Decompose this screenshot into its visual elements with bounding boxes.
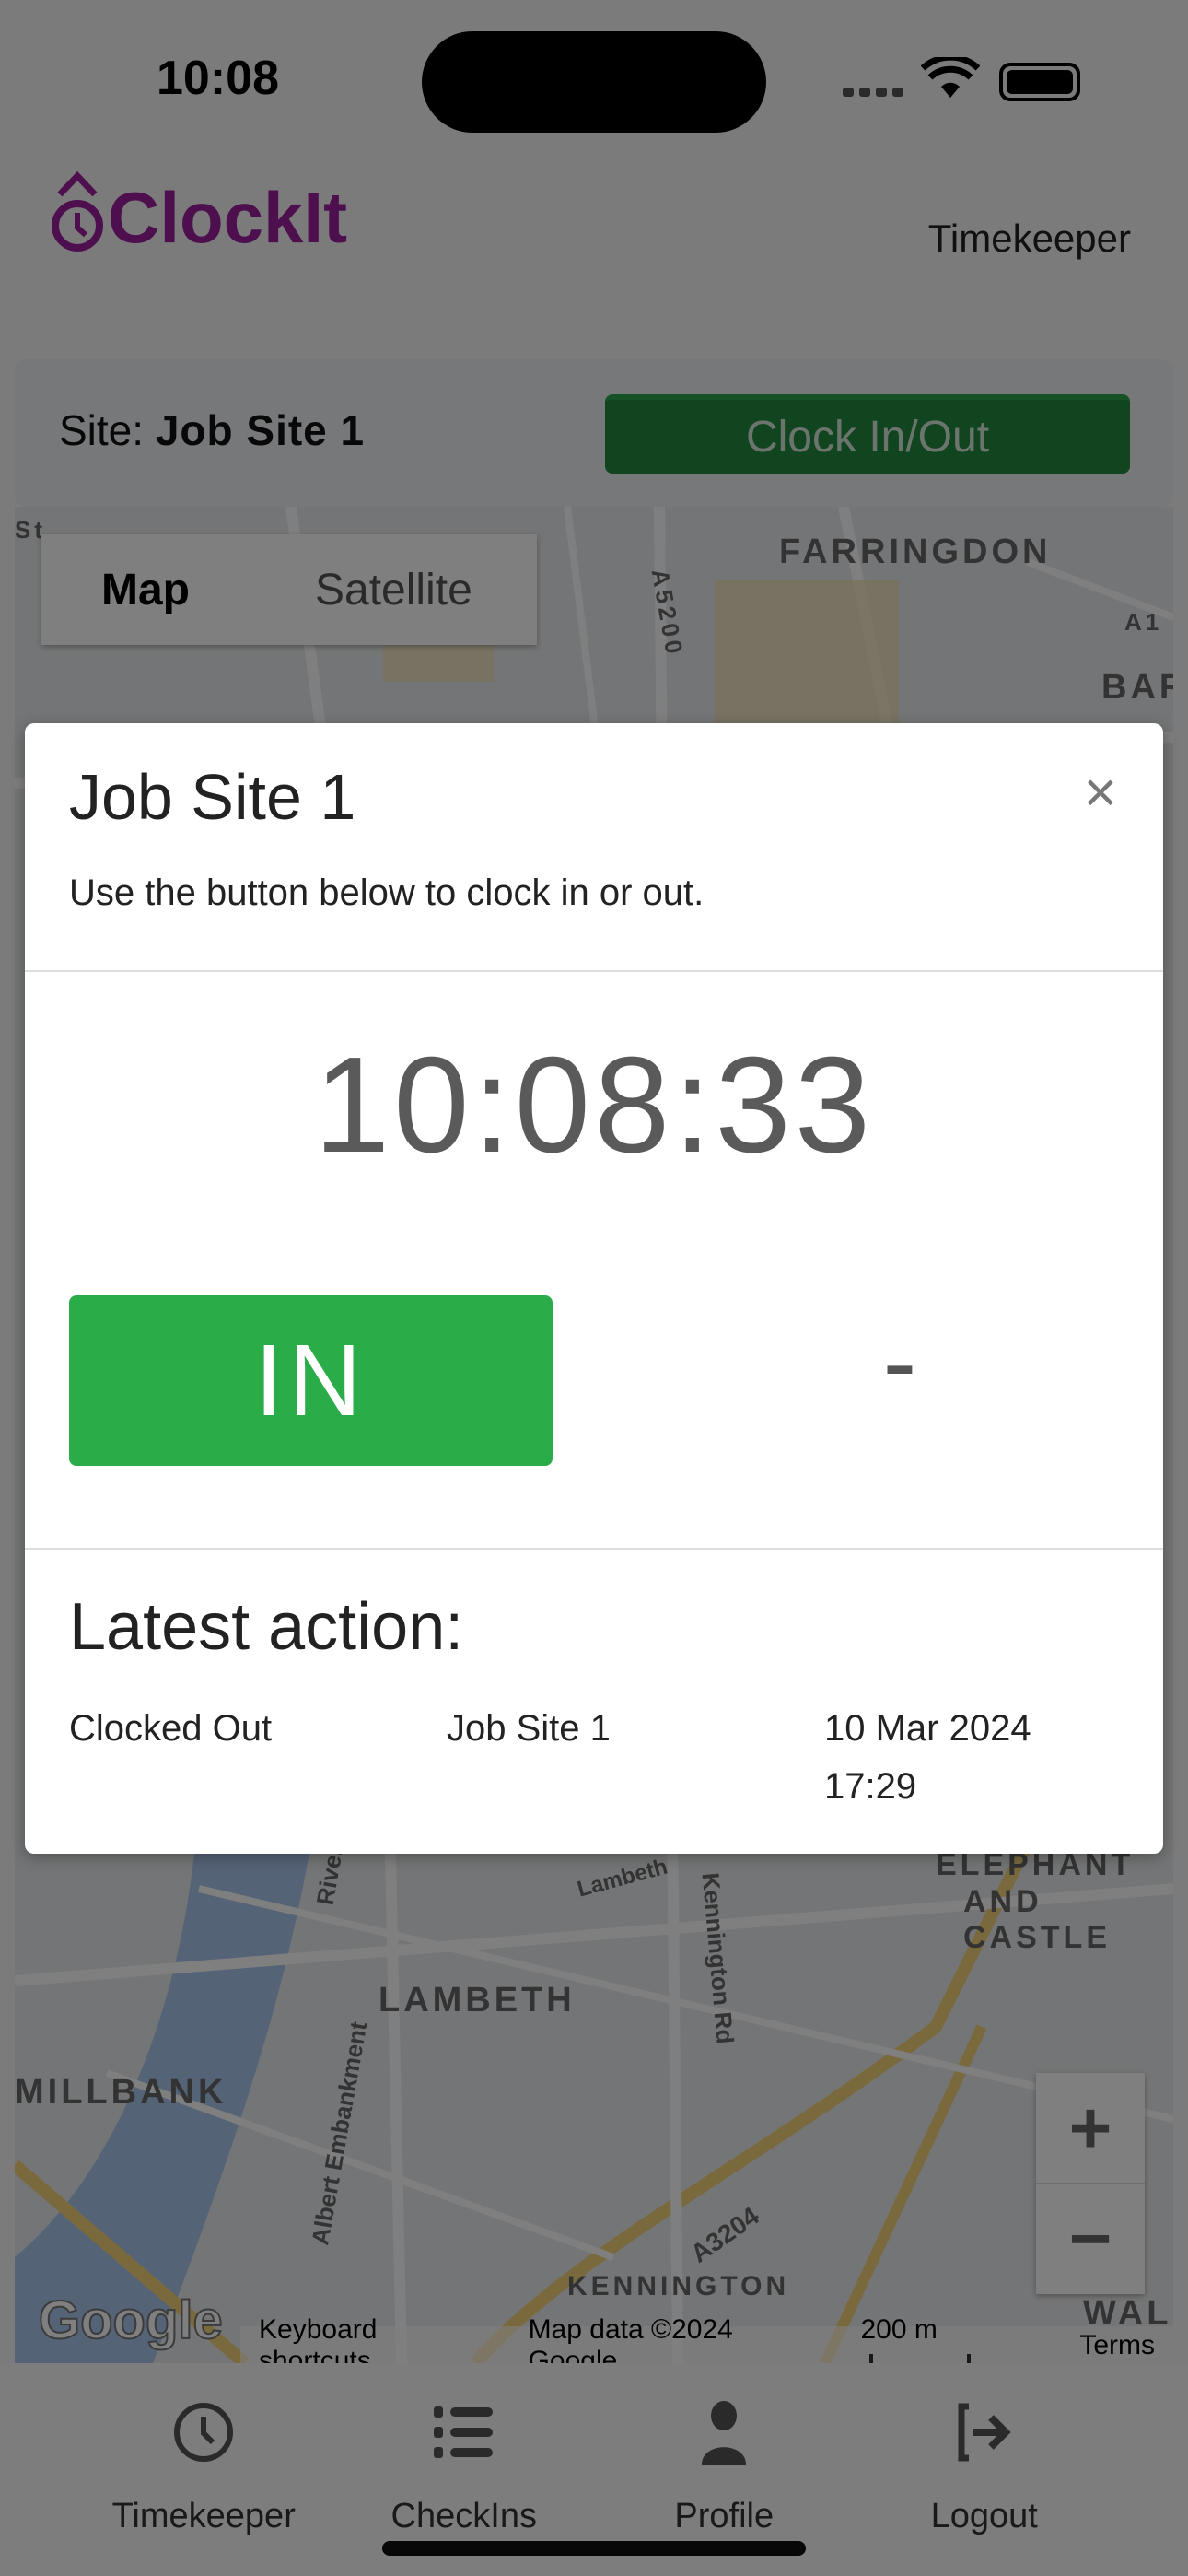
clock-modal: Job Site 1 × Use the button below to clo…: [25, 723, 1163, 1854]
divider: [25, 970, 1163, 972]
divider: [25, 1548, 1163, 1550]
latest-action-datetime: 10 Mar 2024 17:29: [824, 1700, 1031, 1816]
modal-title: Job Site 1: [69, 761, 356, 833]
clock-status: -: [882, 1306, 917, 1419]
latest-action-date: 10 Mar 2024: [824, 1708, 1031, 1749]
modal-subtitle: Use the button below to clock in or out.: [69, 872, 705, 913]
latest-action-title: Latest action:: [69, 1590, 464, 1664]
latest-action-type: Clocked Out: [69, 1708, 273, 1749]
latest-action-site: Job Site 1: [447, 1708, 611, 1749]
current-time: 10:08:33: [313, 1029, 875, 1181]
close-icon[interactable]: ×: [1084, 760, 1117, 825]
latest-action-time: 17:29: [824, 1766, 917, 1807]
clock-in-button[interactable]: IN: [69, 1295, 553, 1466]
